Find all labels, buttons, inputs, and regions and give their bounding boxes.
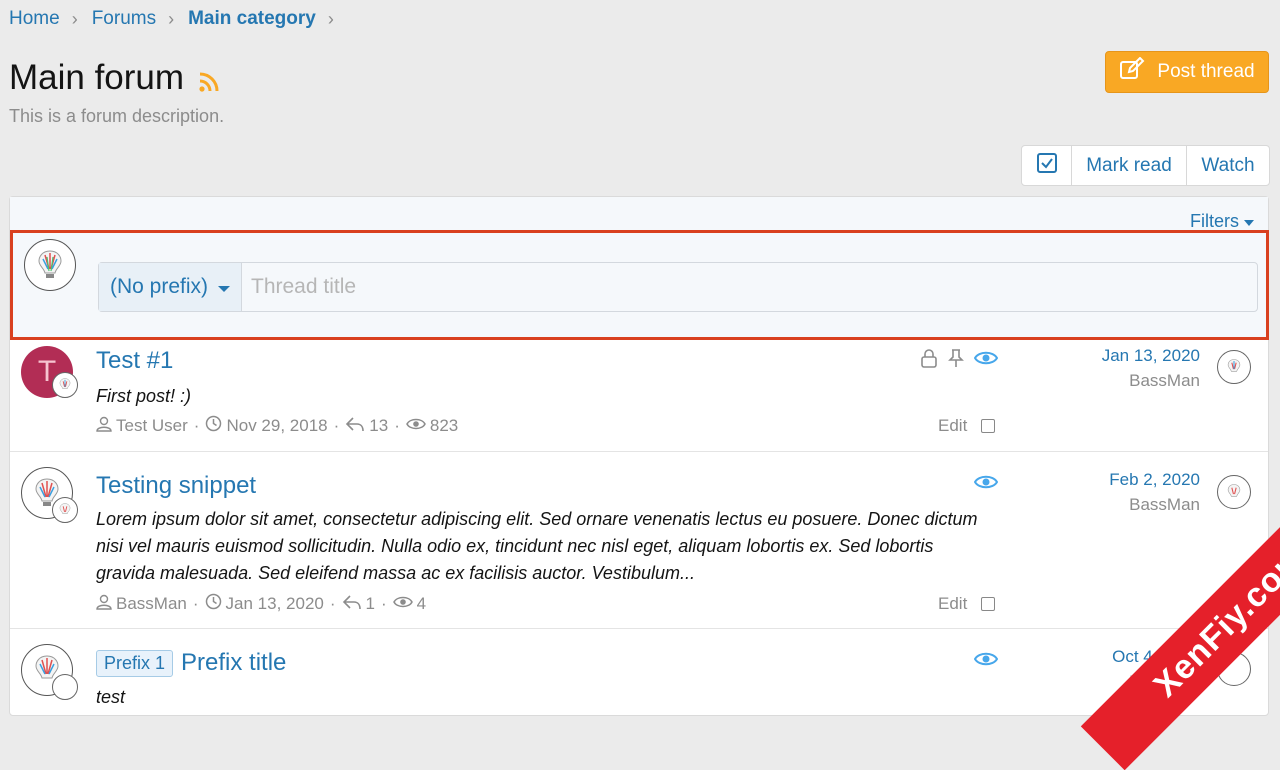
thread-title[interactable]: Prefix 1 Prefix title bbox=[96, 649, 286, 677]
thread-title-group: (No prefix) bbox=[98, 262, 1258, 312]
thread-title-text[interactable]: Testing snippet bbox=[96, 472, 256, 500]
chevron-right-icon: › bbox=[168, 8, 175, 29]
select-checkbox[interactable] bbox=[981, 419, 996, 433]
reply-count: 13 bbox=[369, 416, 389, 435]
rss-icon[interactable] bbox=[198, 62, 220, 102]
chevron-right-icon: › bbox=[71, 8, 78, 29]
separator: · bbox=[192, 594, 199, 613]
lightbulb-icon bbox=[59, 378, 71, 389]
thread-snippet: First post! :) bbox=[96, 386, 192, 406]
separator: · bbox=[329, 594, 336, 613]
separator: · bbox=[193, 416, 200, 435]
latest-avatar[interactable] bbox=[1217, 475, 1251, 509]
thread-row[interactable]: T Test #1 First post! :) Test User · Nov… bbox=[10, 340, 1268, 452]
latest-post: Jan 13, 2020 BassMan bbox=[1102, 346, 1200, 391]
lightbulb-icon bbox=[59, 503, 71, 514]
filters-label: Filters bbox=[1190, 211, 1239, 231]
thread-date[interactable]: Nov 29, 2018 bbox=[226, 416, 327, 436]
thread-title[interactable]: Test #1 bbox=[96, 347, 173, 375]
watch-button[interactable]: Watch bbox=[1187, 146, 1269, 185]
edit-link[interactable]: Edit bbox=[938, 594, 967, 614]
reply-icon bbox=[345, 416, 365, 437]
reply-count: 1 bbox=[365, 594, 375, 613]
post-thread-label: Post thread bbox=[1157, 61, 1255, 82]
post-thread-button[interactable]: Post thread bbox=[1105, 51, 1269, 93]
page-title: Main forum bbox=[9, 58, 185, 97]
thread-date[interactable]: Jan 13, 2020 bbox=[226, 594, 324, 614]
breadcrumb-forums[interactable]: Forums bbox=[92, 8, 156, 30]
page-title-row: Main forum bbox=[9, 54, 220, 102]
thread-prefix-label[interactable]: Prefix 1 bbox=[96, 649, 174, 677]
thread-row[interactable]: Testing snippet Lorem ipsum dolor sit am… bbox=[10, 452, 1268, 629]
checkbox-icon bbox=[1036, 152, 1058, 180]
chevron-right-icon: › bbox=[327, 8, 334, 29]
quick-thread-form: (No prefix) bbox=[10, 230, 1269, 340]
user-icon bbox=[96, 416, 112, 437]
mini-avatar bbox=[52, 497, 78, 523]
lightbulb-icon bbox=[38, 250, 62, 278]
latest-user[interactable]: BassMan bbox=[1102, 371, 1200, 391]
prefix-select-value: (No prefix) bbox=[109, 275, 209, 298]
thread-snippet: test bbox=[96, 687, 126, 707]
separator: · bbox=[381, 594, 387, 613]
separator: · bbox=[333, 416, 340, 435]
latest-post: Feb 2, 2020 BassMan bbox=[1109, 470, 1200, 515]
avatar bbox=[24, 239, 76, 291]
edit-link[interactable]: Edit bbox=[938, 416, 967, 436]
mark-read-button[interactable]: Mark read bbox=[1072, 146, 1187, 185]
mini-avatar bbox=[52, 372, 78, 398]
edit-icon bbox=[1119, 56, 1145, 87]
thread-title-input[interactable] bbox=[242, 263, 1257, 311]
breadcrumb: Home › Forums › Main category › bbox=[9, 8, 348, 30]
breadcrumb-home[interactable]: Home bbox=[9, 8, 60, 30]
thread-row[interactable]: Prefix 1 Prefix title test Oct 4, 2019 B… bbox=[10, 629, 1268, 707]
thread-author[interactable]: Test User bbox=[116, 416, 188, 436]
clock-icon bbox=[205, 593, 222, 615]
thread-snippet: Lorem ipsum dolor sit amet, consectetur … bbox=[96, 509, 978, 583]
lock-icon bbox=[920, 348, 938, 373]
forum-description: This is a forum description. bbox=[9, 106, 225, 126]
forum-actions: Mark read Watch bbox=[1021, 145, 1270, 186]
lightbulb-icon bbox=[1227, 484, 1241, 497]
lightbulb-icon bbox=[1227, 359, 1241, 372]
thread-title[interactable]: Testing snippet bbox=[96, 472, 256, 500]
prefix-select[interactable]: (No prefix) bbox=[99, 263, 242, 311]
view-count: 823 bbox=[429, 416, 459, 435]
latest-date[interactable]: Feb 2, 2020 bbox=[1109, 470, 1200, 490]
thread-status-icons bbox=[920, 348, 999, 373]
thread-status-icons bbox=[973, 651, 999, 672]
thread-title-text[interactable]: Prefix title bbox=[181, 649, 286, 677]
mini-avatar bbox=[52, 674, 78, 700]
breadcrumb-main-category[interactable]: Main category bbox=[188, 8, 316, 30]
select-threads-button[interactable] bbox=[1022, 146, 1072, 185]
caret-down-icon bbox=[218, 275, 231, 299]
eye-icon bbox=[406, 416, 426, 436]
select-checkbox[interactable] bbox=[981, 597, 996, 611]
view-count: 4 bbox=[416, 594, 427, 613]
thread-edit: Edit bbox=[938, 594, 996, 614]
clock-icon bbox=[205, 415, 222, 437]
pin-icon bbox=[948, 348, 964, 373]
eye-icon[interactable] bbox=[973, 474, 999, 495]
user-icon bbox=[96, 594, 112, 615]
caret-down-icon bbox=[1244, 211, 1254, 232]
thread-meta: Test User · Nov 29, 2018 · 13 · 823 bbox=[96, 415, 458, 437]
filters-dropdown[interactable]: Filters bbox=[1190, 211, 1254, 232]
thread-edit: Edit bbox=[938, 416, 996, 436]
latest-user[interactable]: BassMan bbox=[1109, 495, 1200, 515]
eye-icon[interactable] bbox=[973, 350, 999, 371]
reply-icon bbox=[342, 594, 362, 615]
thread-meta: BassMan · Jan 13, 2020 · 1 · 4 bbox=[96, 593, 426, 615]
thread-author[interactable]: BassMan bbox=[116, 594, 187, 614]
latest-date[interactable]: Jan 13, 2020 bbox=[1102, 346, 1200, 366]
separator: · bbox=[394, 416, 400, 435]
latest-avatar[interactable] bbox=[1217, 350, 1251, 384]
eye-icon[interactable] bbox=[973, 651, 999, 672]
thread-title-text[interactable]: Test #1 bbox=[96, 347, 173, 375]
eye-icon bbox=[392, 594, 413, 614]
thread-status-icons bbox=[973, 474, 999, 495]
